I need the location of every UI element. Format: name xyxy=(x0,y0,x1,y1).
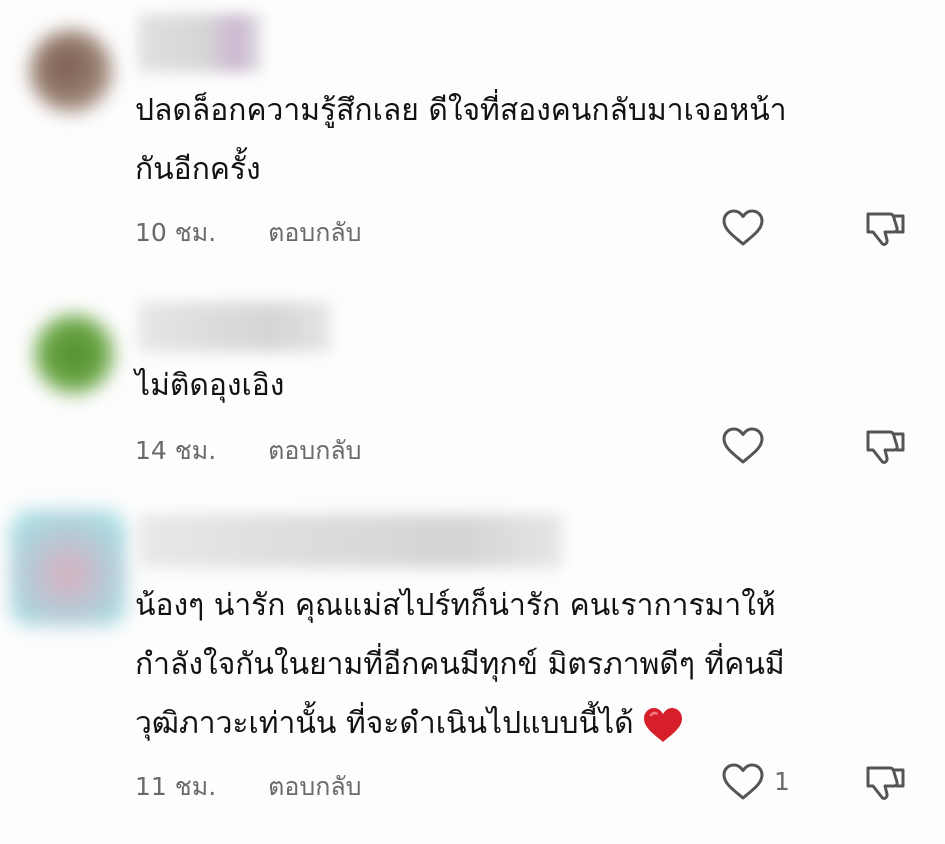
thumbs-down-icon xyxy=(866,766,905,800)
avatar[interactable] xyxy=(10,510,126,626)
dislike-button[interactable] xyxy=(864,206,908,250)
comment-meta: 14 ชม. ตอบกลับ xyxy=(135,431,362,471)
avatar[interactable] xyxy=(34,314,114,394)
like-count: 1 xyxy=(774,767,790,796)
comment-text-line: ปลดล็อกความรู้สึกเลย ดีใจที่สองคนกลับมาเ… xyxy=(135,93,787,128)
red-heart-emoji-icon xyxy=(642,706,684,744)
comment-meta: 11 ชม. ตอบกลับ xyxy=(135,767,362,807)
comment-text: ปลดล็อกความรู้สึกเลย ดีใจที่สองคนกลับมาเ… xyxy=(135,81,787,199)
username-blurred[interactable] xyxy=(138,302,330,352)
reply-button[interactable]: ตอบกลับ xyxy=(268,431,361,471)
comment-text-line: น้องๆ น่ารัก คุณแม่สไปร์ทก็น่ารัก คนเราก… xyxy=(135,588,776,623)
comment-text-line: กันอีกครั้ง xyxy=(135,152,261,187)
like-button[interactable] xyxy=(721,208,765,248)
comment-timestamp: 11 ชม. xyxy=(135,772,217,801)
comment-text-line: กำลังใจกันในยามที่อีกคนมีทุกข์ มิตรภาพดี… xyxy=(135,647,785,682)
comment-item: น้องๆ น่ารัก คุณแม่สไปร์ทก็น่ารัก คนเราก… xyxy=(0,490,945,844)
heart-outline-icon xyxy=(722,209,764,246)
username-blurred[interactable] xyxy=(138,514,562,568)
comment-text-line: วุฒิภาวะเท่านั้น ที่จะดำเนินไปแบบนี้ได้ xyxy=(135,706,634,741)
comment-text: น้องๆ น่ารัก คุณแม่สไปร์ทก็น่ารัก คนเราก… xyxy=(135,576,785,753)
comment-timestamp: 10 ชม. xyxy=(135,218,217,247)
reply-button[interactable]: ตอบกลับ xyxy=(268,213,361,253)
heart-outline-icon xyxy=(722,427,764,464)
like-button[interactable] xyxy=(721,426,765,466)
comment-text-line: ไม่ติดอุงเอิง xyxy=(135,368,285,403)
comment-item: ปลดล็อกความรู้สึกเลย ดีใจที่สองคนกลับมาเ… xyxy=(0,0,945,270)
thumbs-down-icon xyxy=(866,212,905,246)
comment-timestamp: 14 ชม. xyxy=(135,436,217,465)
comment-item: ไม่ติดอุงเอิง 14 ชม. ตอบกลับ xyxy=(0,290,945,480)
comment-meta: 10 ชม. ตอบกลับ xyxy=(135,213,362,253)
like-button[interactable] xyxy=(721,762,765,802)
comments-list: ปลดล็อกความรู้สึกเลย ดีใจที่สองคนกลับมาเ… xyxy=(0,0,945,844)
thumbs-down-icon xyxy=(866,430,905,464)
dislike-button[interactable] xyxy=(864,424,908,468)
avatar[interactable] xyxy=(30,30,112,112)
username-blurred[interactable] xyxy=(138,14,262,72)
comment-text: ไม่ติดอุงเอิง xyxy=(135,356,284,415)
dislike-button[interactable] xyxy=(864,760,908,804)
heart-outline-icon xyxy=(722,763,764,800)
reply-button[interactable]: ตอบกลับ xyxy=(268,767,361,807)
